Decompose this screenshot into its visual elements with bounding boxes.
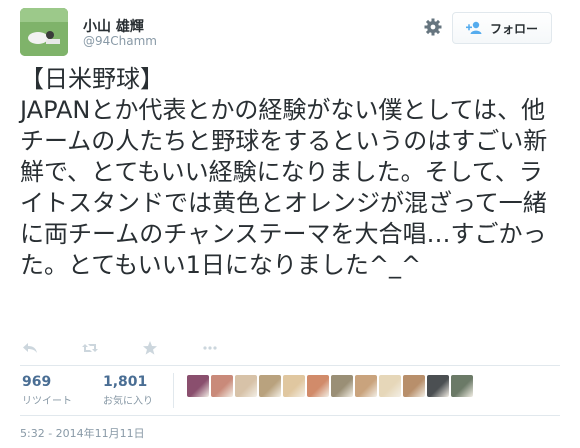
favoriter-avatar[interactable] bbox=[403, 375, 425, 397]
favorite-count: 1,801 bbox=[103, 374, 148, 390]
favoriter-avatar[interactable] bbox=[451, 375, 473, 397]
retweet-count: 969 bbox=[22, 374, 52, 390]
gear-icon[interactable] bbox=[423, 17, 443, 37]
favoriter-avatar[interactable] bbox=[427, 375, 449, 397]
retweet-stat[interactable]: 969 リツイート bbox=[22, 374, 72, 407]
retweet-icon[interactable] bbox=[82, 340, 98, 356]
tweet-actions bbox=[22, 340, 262, 356]
favorite-icon[interactable] bbox=[142, 340, 158, 356]
favoriter-avatar[interactable] bbox=[355, 375, 377, 397]
favoriter-avatar[interactable] bbox=[283, 375, 305, 397]
stats-divider-top bbox=[20, 365, 560, 366]
avatar-image bbox=[20, 8, 68, 56]
user-handle[interactable]: @94Chamm bbox=[83, 34, 157, 48]
stats-divider-bottom bbox=[20, 415, 560, 416]
user-name[interactable]: 小山 雄輝 bbox=[83, 16, 144, 36]
favoriter-avatar[interactable] bbox=[259, 375, 281, 397]
favorite-label: お気に入り bbox=[103, 396, 153, 407]
favorited-by-avatars bbox=[187, 375, 475, 397]
favoriter-avatar[interactable] bbox=[187, 375, 209, 397]
favoriter-avatar[interactable] bbox=[307, 375, 329, 397]
stats-separator bbox=[173, 373, 174, 408]
favoriter-avatar[interactable] bbox=[331, 375, 353, 397]
avatar[interactable] bbox=[20, 8, 68, 56]
reply-icon[interactable] bbox=[22, 340, 38, 356]
follow-user-icon bbox=[465, 21, 482, 34]
favorite-stat[interactable]: 1,801 お気に入り bbox=[103, 374, 153, 407]
favoriter-avatar[interactable] bbox=[211, 375, 233, 397]
favoriter-avatar[interactable] bbox=[379, 375, 401, 397]
follow-button[interactable]: フォロー bbox=[452, 12, 552, 44]
favoriter-avatar[interactable] bbox=[235, 375, 257, 397]
more-icon[interactable] bbox=[202, 340, 218, 356]
retweet-label: リツイート bbox=[22, 396, 72, 407]
tweet-text: 【日米野球】 JAPANとか代表とかの経験がない僕としては、他チームの人たちと野… bbox=[20, 65, 548, 279]
follow-button-label: フォロー bbox=[489, 21, 538, 36]
tweet-timestamp[interactable]: 5:32 - 2014年11月11日 bbox=[20, 425, 145, 441]
